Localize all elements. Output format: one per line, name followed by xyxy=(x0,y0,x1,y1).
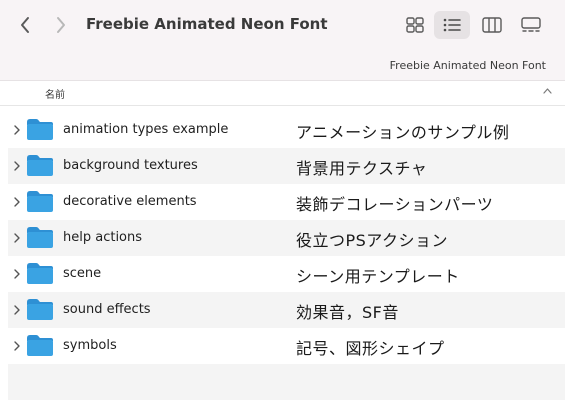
folder-icon xyxy=(27,263,53,284)
disclosure-triangle[interactable] xyxy=(12,196,22,208)
list-item[interactable]: background textures 背景用テクスチャ xyxy=(8,148,565,184)
list-item[interactable]: help actions 役立つPSアクション xyxy=(8,220,565,256)
disclosure-triangle[interactable] xyxy=(12,232,22,244)
chevron-right-icon xyxy=(14,197,20,207)
folder-icon xyxy=(27,299,53,320)
folder-name: help actions xyxy=(63,230,143,245)
window-title: Freebie Animated Neon Font xyxy=(86,15,328,33)
folder-name: animation types example xyxy=(63,122,229,137)
folder-icon xyxy=(27,119,53,140)
folder-icon xyxy=(27,335,53,356)
path-label[interactable]: Freebie Animated Neon Font xyxy=(390,59,546,72)
grid-icon xyxy=(406,17,424,33)
column-view-button[interactable] xyxy=(474,11,510,39)
folder-label: 記号、図形シェイプ xyxy=(296,339,445,358)
icon-view-button[interactable] xyxy=(397,11,433,39)
folder-label: 装飾デコレーションパーツ xyxy=(296,195,494,214)
folder-label: 役立つPSアクション xyxy=(296,231,449,250)
list-item[interactable]: symbols 記号、図形シェイプ xyxy=(8,328,565,364)
folder-name: decorative elements xyxy=(63,194,197,209)
chevron-left-icon xyxy=(21,17,29,33)
columns-icon xyxy=(482,17,502,33)
disclosure-triangle[interactable] xyxy=(12,160,22,172)
folder-icon xyxy=(27,227,53,248)
disclosure-triangle[interactable] xyxy=(12,124,22,136)
chevron-right-icon xyxy=(57,17,65,33)
chevron-right-icon xyxy=(14,125,20,135)
folder-label: 効果音，SF音 xyxy=(296,303,399,322)
list-icon xyxy=(443,18,461,32)
list-view-button[interactable] xyxy=(434,11,470,39)
chevron-right-icon xyxy=(14,341,20,351)
list-item[interactable]: scene シーン用テンプレート xyxy=(8,256,565,292)
disclosure-triangle[interactable] xyxy=(12,304,22,316)
chevron-right-icon xyxy=(14,161,20,171)
disclosure-triangle[interactable] xyxy=(12,340,22,352)
forward-button[interactable] xyxy=(49,13,73,37)
file-list: animation types example アニメーションのサンプル例 ba… xyxy=(8,112,565,364)
gallery-view-button[interactable] xyxy=(513,11,549,39)
disclosure-triangle[interactable] xyxy=(12,268,22,280)
chevron-up-icon[interactable] xyxy=(543,88,552,94)
list-item[interactable]: animation types example アニメーションのサンプル例 xyxy=(8,112,565,148)
folder-label: 背景用テクスチャ xyxy=(296,159,428,178)
folder-icon xyxy=(27,191,53,212)
folder-name: scene xyxy=(63,266,102,281)
toolbar: Freebie Animated Neon Font xyxy=(0,0,565,52)
empty-row xyxy=(8,364,565,400)
list-item[interactable]: decorative elements 装飾デコレーションパーツ xyxy=(8,184,565,220)
folder-label: アニメーションのサンプル例 xyxy=(296,123,510,142)
path-bar: Freebie Animated Neon Font xyxy=(0,52,565,81)
folder-icon xyxy=(27,155,53,176)
chevron-right-icon xyxy=(14,233,20,243)
column-header: 名前 xyxy=(0,81,565,106)
list-item[interactable]: sound effects 効果音，SF音 xyxy=(8,292,565,328)
folder-name: background textures xyxy=(63,158,198,173)
folder-name: sound effects xyxy=(63,302,151,317)
folder-label: シーン用テンプレート xyxy=(296,267,460,286)
gallery-icon xyxy=(521,17,541,32)
folder-name: symbols xyxy=(63,338,117,353)
name-column-header[interactable]: 名前 xyxy=(45,86,65,101)
chevron-right-icon xyxy=(14,269,20,279)
back-button[interactable] xyxy=(13,13,37,37)
chevron-right-icon xyxy=(14,305,20,315)
